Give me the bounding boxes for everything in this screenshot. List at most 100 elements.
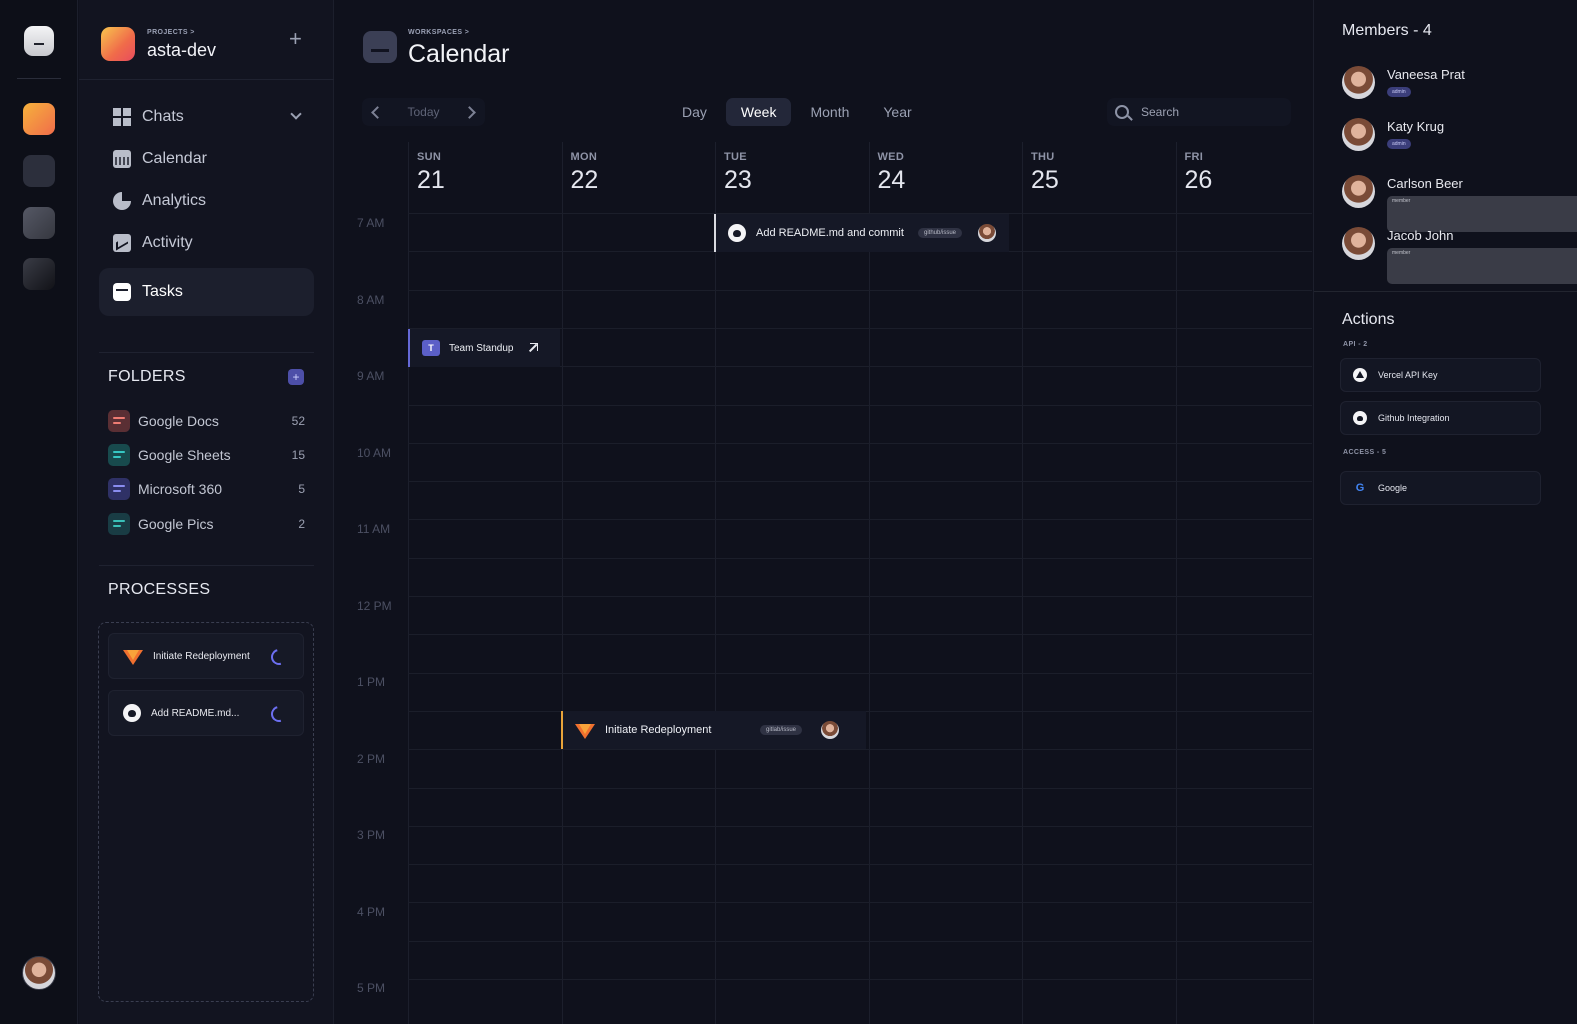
external-link-icon[interactable]	[530, 343, 538, 351]
add-folder-button[interactable]: +	[288, 369, 304, 385]
folder-microsoft-360[interactable]: Microsoft 360 5	[108, 477, 305, 501]
event-badge: github/issue	[918, 228, 963, 238]
workspace-switch-4[interactable]	[23, 258, 55, 290]
access-kicker: ACCESS - 5	[1343, 449, 1387, 456]
github-icon	[123, 704, 141, 722]
panel-divider	[1314, 291, 1577, 292]
project-logo[interactable]	[101, 27, 135, 61]
details-panel: Members - 4 Vaneesa Prat admin Katy Krug…	[1313, 0, 1577, 1024]
time-slot-divider	[408, 557, 1312, 559]
action-github-integration[interactable]: Github Integration	[1340, 401, 1541, 435]
folder-google-pics[interactable]: Google Pics 2	[108, 512, 305, 536]
github-icon	[1353, 411, 1367, 425]
action-label: Google	[1378, 483, 1408, 493]
member-row[interactable]: Carlson Beer member	[1342, 175, 1577, 232]
folder-count: 5	[298, 482, 305, 496]
time-slot-divider	[408, 596, 1312, 597]
member-name: Jacob John	[1387, 228, 1454, 243]
process-add-readme[interactable]: Add README.md...	[108, 690, 304, 736]
workspace-switch-3[interactable]	[23, 207, 55, 239]
member-row[interactable]: Vaneesa Prat admin	[1342, 66, 1562, 102]
day-of-week: TUE	[724, 151, 747, 163]
action-label: Vercel API Key	[1378, 370, 1438, 380]
folder-google-docs[interactable]: Google Docs 52	[108, 409, 305, 433]
time-label: 4 PM	[357, 904, 386, 919]
action-google[interactable]: G Google	[1340, 471, 1541, 505]
day-of-week: WED	[877, 151, 905, 163]
view-week-tab[interactable]: Week	[725, 98, 792, 126]
folders-title: FOLDERS	[108, 368, 186, 385]
chevron-left-icon[interactable]	[362, 98, 390, 126]
page-title: Calendar	[408, 40, 510, 68]
vercel-icon	[1353, 368, 1367, 382]
event-add-readme[interactable]: Add README.md and commit github/issue	[714, 214, 1009, 252]
day-header-sun[interactable]: SUN 21	[408, 142, 562, 213]
chats-grid-icon	[113, 108, 131, 126]
time-slot-divider	[408, 404, 1312, 406]
gitlab-icon	[123, 647, 143, 665]
add-project-button[interactable]: +	[289, 28, 302, 50]
nav-label: Activity	[142, 234, 193, 251]
day-header-mon[interactable]: MON 22	[562, 142, 716, 213]
time-slot-divider	[408, 979, 1312, 980]
date-navigation: Today	[362, 98, 485, 126]
day-number: 21	[417, 166, 445, 194]
members-title: Members - 4	[1342, 22, 1432, 39]
day-header-thu[interactable]: THU 25	[1022, 142, 1176, 213]
search-icon	[1115, 105, 1129, 119]
nav-item-analytics[interactable]: Analytics	[99, 181, 314, 221]
sidebar-divider	[99, 565, 314, 566]
process-label: Add README.md...	[151, 707, 240, 719]
member-avatar	[1342, 175, 1375, 208]
time-slot-divider	[408, 864, 1312, 866]
search-box[interactable]	[1107, 98, 1291, 126]
github-icon	[728, 224, 746, 242]
event-title: Initiate Redeployment	[605, 724, 712, 736]
action-vercel-api-key[interactable]: Vercel API Key	[1340, 358, 1541, 392]
event-initiate-redeployment[interactable]: Initiate Redeployment gitlab/issue	[561, 711, 866, 749]
nav-item-chats[interactable]: Chats	[99, 97, 314, 137]
nav-item-tasks[interactable]: Tasks	[99, 268, 314, 316]
time-slot-divider	[408, 787, 1312, 789]
time-slot-divider	[408, 634, 1312, 636]
member-row[interactable]: Katy Krug admin	[1342, 118, 1562, 154]
day-of-week: THU	[1031, 151, 1055, 163]
member-row[interactable]: Jacob John member	[1342, 227, 1577, 284]
search-input[interactable]	[1141, 105, 1281, 119]
breadcrumb[interactable]: WORKSPACES >	[408, 29, 469, 36]
day-header-fri[interactable]: FRI 26	[1176, 142, 1330, 213]
nav-item-activity[interactable]: Activity	[99, 223, 314, 263]
workspace-switch-1[interactable]	[23, 103, 55, 135]
process-label: Initiate Redeployment	[153, 650, 250, 662]
day-header-tue[interactable]: TUE 23	[715, 142, 869, 213]
project-name[interactable]: asta-dev	[147, 40, 216, 61]
nav-item-calendar[interactable]: Calendar	[99, 139, 314, 179]
time-slot-divider	[408, 519, 1312, 521]
process-initiate-redeployment[interactable]: Initiate Redeployment	[108, 633, 304, 679]
folder-google-sheets[interactable]: Google Sheets 15	[108, 443, 305, 467]
processes-dropzone[interactable]: Initiate Redeployment Add README.md...	[98, 622, 314, 1002]
tasks-folder-icon	[363, 31, 397, 63]
home-logo-icon[interactable]	[24, 26, 54, 56]
day-column-divider	[715, 142, 716, 1024]
workspace-switch-2[interactable]	[23, 155, 55, 187]
user-avatar[interactable]	[22, 956, 56, 990]
day-of-week: SUN	[417, 151, 442, 163]
folder-name: Microsoft 360	[138, 481, 223, 497]
event-team-standup[interactable]: T Team Standup	[408, 329, 560, 367]
nav-label: Calendar	[142, 150, 207, 167]
view-year-tab[interactable]: Year	[868, 98, 926, 126]
time-label: 10 AM	[357, 445, 392, 460]
view-day-tab[interactable]: Day	[667, 98, 722, 126]
day-number: 22	[570, 166, 599, 194]
view-month-tab[interactable]: Month	[795, 98, 864, 126]
chevron-right-icon[interactable]	[457, 98, 485, 126]
app-rail	[0, 0, 78, 1024]
day-header-wed[interactable]: WED 24	[869, 142, 1023, 213]
member-avatar	[1342, 66, 1375, 99]
sheet-icon	[108, 444, 130, 466]
folder-count: 52	[291, 414, 305, 428]
chevron-down-icon[interactable]	[290, 108, 302, 120]
today-button[interactable]: Today	[390, 105, 457, 119]
calendar-icon	[113, 150, 131, 168]
